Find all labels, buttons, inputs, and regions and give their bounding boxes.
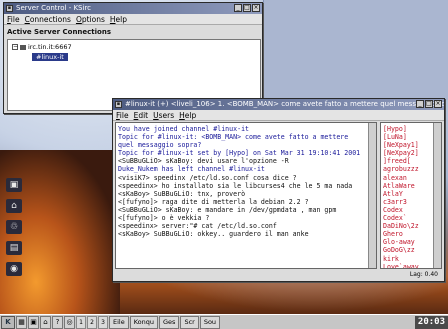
close-button[interactable]: × bbox=[434, 100, 442, 108]
lag-status: Lag: 0.40 bbox=[115, 270, 442, 280]
cdrom-icon[interactable]: ◉ bbox=[6, 262, 22, 276]
menu-connections[interactable]: Connections bbox=[25, 14, 71, 24]
taskbar: K ▦ ▣ ⌂ ? ◎ 1 2 3 Eile Konqu Ges Scr Sou… bbox=[0, 314, 448, 329]
window-menu-icon[interactable]: ▪ bbox=[6, 5, 13, 12]
trash-icon[interactable]: ♲ bbox=[6, 220, 22, 234]
collapse-icon[interactable]: − bbox=[12, 44, 18, 50]
chat-window-titlebar[interactable]: ▪ #linux-it (+) <liveli_106> 1. <BOMB_MA… bbox=[113, 99, 444, 110]
minimize-button[interactable]: _ bbox=[416, 100, 424, 108]
chat-scrollbar[interactable] bbox=[368, 123, 376, 268]
chat-line: <SuBBuGLiO> sKaBoy: e mandare in /dev/gp… bbox=[118, 205, 337, 214]
minimize-button[interactable]: _ bbox=[234, 4, 242, 12]
menu-edit[interactable]: Edit bbox=[134, 110, 149, 120]
pager-2[interactable]: 2 bbox=[87, 315, 97, 329]
chat-line: Topic for #linux-it: <BOMB_MAN> come ave… bbox=[118, 133, 353, 150]
terminal-launch-icon[interactable]: ▣ bbox=[28, 315, 39, 329]
chat-body: You have joined channel #linux-it Topic f… bbox=[115, 122, 442, 269]
task-button-4[interactable]: Scr bbox=[180, 315, 199, 329]
chat-line: <sKaBoy> SuBBuGLiO: okkey.. guardero il … bbox=[118, 230, 309, 239]
menu-users[interactable]: Users bbox=[153, 110, 174, 120]
k-menu-button[interactable]: K bbox=[1, 315, 15, 329]
terminal-icon[interactable]: ▣ bbox=[6, 178, 22, 192]
browser-launch-icon[interactable]: ◎ bbox=[64, 315, 75, 329]
disk-icon[interactable]: ▤ bbox=[6, 241, 22, 255]
server-window-titlebar[interactable]: ▪ Server Control - KSirc _ □ × bbox=[4, 3, 262, 14]
chat-line: <speedinx> ho installato sia le libcurse… bbox=[118, 181, 353, 190]
close-button[interactable]: × bbox=[252, 4, 260, 12]
server-icon bbox=[20, 44, 26, 50]
background-window bbox=[263, 0, 448, 100]
chat-line: <[fufyno]> raga dite di metterla la debi… bbox=[118, 197, 309, 206]
menu-options[interactable]: Options bbox=[76, 14, 105, 24]
server-window-title: Server Control - KSirc bbox=[16, 4, 92, 12]
active-connections-heading: Active Server Connections bbox=[7, 28, 112, 36]
chat-window-title: #linux-it (+) <liveli_106> 1. <BOMB_MAN>… bbox=[125, 100, 444, 108]
chat-line: Duke_Nukem has left channel #linux-it bbox=[118, 165, 265, 174]
home-launch-icon[interactable]: ⌂ bbox=[40, 315, 51, 329]
server-node-label: irc.tin.it:6667 bbox=[28, 43, 72, 51]
task-button-3[interactable]: Ges bbox=[159, 315, 180, 329]
nick-list[interactable]: [Hypo] [LuNa] [NeXpay1] [NeXpay2]]freed[agr… bbox=[380, 122, 442, 269]
server-menubar: File Connections Options Help bbox=[4, 14, 262, 25]
chat-line: You have joined channel #linux-it bbox=[118, 125, 250, 133]
task-button-5[interactable]: Sou bbox=[199, 315, 221, 329]
maximize-button[interactable]: □ bbox=[425, 100, 433, 108]
menu-file[interactable]: File bbox=[7, 14, 20, 24]
menu-help[interactable]: Help bbox=[179, 110, 196, 120]
help-launch-icon[interactable]: ? bbox=[52, 315, 63, 329]
menu-file[interactable]: File bbox=[116, 110, 129, 120]
nick-scrollbar[interactable] bbox=[433, 123, 441, 268]
chat-line: <visiK7> speedinx /etc/ld.so.conf cosa d… bbox=[118, 173, 297, 182]
chat-menubar: File Edit Users Help bbox=[113, 110, 444, 121]
home-icon[interactable]: ⌂ bbox=[6, 199, 22, 213]
desktop-1-button[interactable]: ▦ bbox=[16, 315, 27, 329]
window-menu-icon[interactable]: ▪ bbox=[115, 101, 122, 108]
chat-line: <SuBBuGLiO> sKaBoy: devi usare l'opzione… bbox=[118, 157, 289, 166]
pager-1[interactable]: 1 bbox=[76, 315, 86, 329]
menu-help[interactable]: Help bbox=[110, 14, 127, 24]
task-button-2[interactable]: Konqu bbox=[129, 315, 158, 329]
chat-log[interactable]: You have joined channel #linux-it Topic f… bbox=[115, 122, 377, 269]
chat-line: <sKaBoy> SuBBuGLiO: tnx, proverò bbox=[118, 189, 246, 198]
desktop-icon-column: ▣ ⌂ ♲ ▤ ◉ bbox=[6, 178, 28, 283]
channel-node-label: #linux-it bbox=[32, 53, 68, 61]
chat-line: <speedinx> server:"# cat /etc/ld.so.conf bbox=[118, 222, 277, 231]
maximize-button[interactable]: □ bbox=[243, 4, 251, 12]
clock: 20:03 bbox=[414, 315, 448, 329]
task-button-1[interactable]: Eile bbox=[109, 315, 129, 329]
tree-channel-node[interactable]: #linux-it bbox=[32, 53, 68, 61]
tree-server-node[interactable]: − irc.tin.it:6667 bbox=[12, 43, 72, 51]
pager-3[interactable]: 3 bbox=[98, 315, 108, 329]
chat-window: ▪ #linux-it (+) <liveli_106> 1. <BOMB_MA… bbox=[112, 98, 445, 282]
chat-line: <[fufyno]> o è vekkia ? bbox=[118, 214, 210, 223]
chat-line: Topic for #linux-it set by [Hypo] on Sat… bbox=[118, 149, 361, 158]
